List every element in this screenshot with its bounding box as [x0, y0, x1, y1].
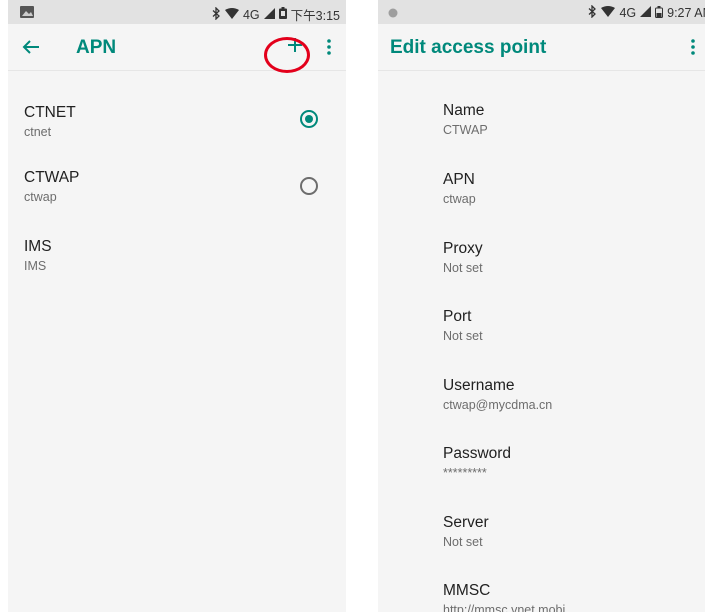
field-label: Name — [443, 102, 485, 119]
field-value: http://mmsc.vnet.mobi — [443, 603, 566, 612]
field-label: Username — [443, 377, 515, 394]
field-label: MMSC — [443, 582, 491, 599]
clock: 下午3:15 — [290, 9, 340, 23]
field-name[interactable]: Name CTWAP — [443, 102, 695, 137]
edit-access-point-screen: 4G 9:27 AM Edit access point Name CTWAP … — [378, 0, 705, 612]
more-options-icon[interactable] — [678, 32, 705, 62]
battery-icon — [655, 5, 664, 21]
field-label: Password — [443, 445, 512, 462]
apn-radio[interactable] — [300, 177, 318, 195]
field-label: Server — [443, 514, 489, 531]
network-type: 4G — [619, 6, 637, 20]
field-value: ********* — [443, 466, 487, 480]
page-title: APN — [76, 37, 117, 58]
bluetooth-icon — [588, 4, 597, 21]
wifi-icon — [601, 6, 616, 20]
field-username[interactable]: Username ctwap@mycdma.cn — [443, 377, 695, 412]
app-bar: APN — [8, 24, 346, 71]
back-arrow-icon[interactable] — [16, 32, 46, 62]
plus-icon — [287, 37, 303, 58]
add-apn-button[interactable] — [280, 32, 310, 62]
field-value: Not set — [443, 329, 483, 343]
apn-item-value: IMS — [24, 259, 47, 273]
status-bar: 4G 下午3:15 — [8, 0, 346, 24]
status-bar: 4G 9:27 AM — [378, 0, 705, 24]
app-bar: Edit access point — [378, 24, 705, 71]
field-port[interactable]: Port Not set — [443, 308, 695, 343]
apn-item-name: CTNET — [24, 104, 76, 121]
wifi-icon — [224, 7, 239, 22]
apn-item-name: CTWAP — [24, 169, 80, 186]
field-password[interactable]: Password ********* — [443, 445, 695, 480]
field-value: ctwap — [443, 192, 476, 206]
apn-radio-selected[interactable] — [300, 110, 318, 128]
apn-item-name: IMS — [24, 238, 52, 255]
field-value: Not set — [443, 261, 483, 275]
field-label: APN — [443, 171, 475, 188]
apn-item-ctwap[interactable]: CTWAP ctwap — [24, 169, 330, 204]
field-value: CTWAP — [443, 123, 488, 137]
battery-icon — [278, 7, 287, 22]
apn-list-screen: 4G 下午3:15 APN CTNET ctnet CTWAP ctwap IM… — [8, 0, 346, 612]
network-type: 4G — [242, 7, 260, 22]
apn-item-ims[interactable]: IMS IMS — [24, 238, 330, 273]
cell-signal-icon — [640, 6, 652, 20]
field-mmsc[interactable]: MMSC http://mmsc.vnet.mobi — [443, 582, 695, 612]
more-options-icon[interactable] — [314, 32, 344, 62]
field-label: Proxy — [443, 240, 483, 257]
bluetooth-icon — [212, 5, 221, 23]
field-proxy[interactable]: Proxy Not set — [443, 240, 695, 275]
field-label: Port — [443, 308, 472, 325]
field-value: ctwap@mycdma.cn — [443, 398, 553, 412]
image-notification-icon — [20, 6, 34, 21]
field-value: Not set — [443, 535, 483, 549]
clock: 9:27 AM — [667, 6, 705, 20]
apn-item-value: ctnet — [24, 125, 52, 139]
apn-item-value: ctwap — [24, 190, 57, 204]
field-server[interactable]: Server Not set — [443, 514, 695, 549]
notification-dot-icon — [388, 7, 398, 21]
cell-signal-icon — [263, 7, 275, 22]
page-title: Edit access point — [390, 37, 547, 58]
apn-item-ctnet[interactable]: CTNET ctnet — [24, 104, 330, 139]
field-apn[interactable]: APN ctwap — [443, 171, 695, 206]
